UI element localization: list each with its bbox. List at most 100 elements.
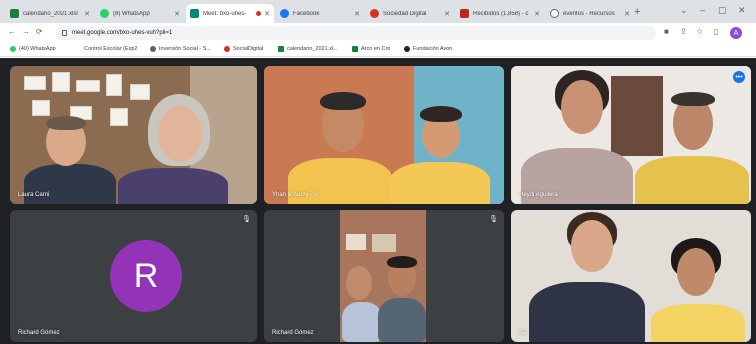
participant-name: Heydi Aguilera xyxy=(519,192,558,198)
note-card xyxy=(110,108,128,126)
mic-muted-icon: 🎙 xyxy=(489,216,498,223)
close-icon[interactable]: ✕ xyxy=(84,10,90,18)
person-head xyxy=(158,106,202,162)
person-body xyxy=(118,168,228,204)
frame xyxy=(346,234,366,250)
participant-tile-laura[interactable]: Laura Carni xyxy=(10,66,257,204)
participant-tile-yhan[interactable]: Yhan & Aucry - S xyxy=(264,66,504,204)
gmail-icon xyxy=(460,9,469,18)
person-body xyxy=(378,298,426,342)
whatsapp-icon xyxy=(100,9,109,18)
more-options-icon[interactable]: ••• xyxy=(733,71,745,83)
meet-icon xyxy=(190,9,199,18)
bookmark-fundacion-avon[interactable]: Fundación Avon xyxy=(404,46,452,52)
tab-sociedad-digital[interactable]: Sociedad Digital ✕ xyxy=(366,4,454,23)
tab-label: (8) WhatsApp xyxy=(113,10,150,17)
close-icon[interactable]: ✕ xyxy=(624,10,630,18)
navigation-bar: ← → ⟳ meet.google.com/bxo-uhes-vuh?pli=1… xyxy=(0,23,756,43)
tab-strip: calendario_2021.xlsl ✕ (8) WhatsApp ✕ Me… xyxy=(0,0,756,23)
tab-facebook[interactable]: Facebook ✕ xyxy=(276,4,364,23)
participant-name: Richard Gómez xyxy=(272,330,314,336)
bookmark-label: (40) WhatsApp xyxy=(19,46,56,52)
person-body xyxy=(651,304,745,342)
close-icon[interactable]: ✕ xyxy=(264,10,270,18)
bookmark-socialdigital[interactable]: SocialDigital xyxy=(224,46,263,52)
tab-layout-icon[interactable]: ▯ xyxy=(714,27,718,36)
close-icon[interactable]: ✕ xyxy=(174,10,180,18)
participant-tile-sa[interactable]: Sa xyxy=(511,210,751,342)
url-text: meet.google.com/bxo-uhes-vuh?pli=1 xyxy=(72,30,173,36)
participant-name: Laura Carni xyxy=(18,192,50,198)
participant-name: Sa xyxy=(519,330,527,336)
globe-icon xyxy=(150,46,156,52)
tab-gmail[interactable]: Recibidos (1,858) - c ✕ xyxy=(456,4,544,23)
person-hair xyxy=(420,106,462,122)
person-body xyxy=(342,302,382,342)
minimize-button[interactable]: – xyxy=(700,5,705,15)
avatar: R xyxy=(110,240,182,312)
tab-label: Facebook xyxy=(293,10,320,17)
back-icon[interactable]: ← xyxy=(8,27,16,36)
bookmark-label: SocialDigital xyxy=(233,46,264,52)
close-icon[interactable]: ✕ xyxy=(354,10,360,18)
person-body xyxy=(635,156,749,204)
bookmark-label: Arco en Cro xyxy=(361,46,391,52)
bookmark-label: calendario_2021.xl... xyxy=(287,46,338,52)
participant-tile-richard-avatar[interactable]: 🎙 R Richard Gómez xyxy=(10,210,257,342)
profile-avatar[interactable]: A xyxy=(730,27,742,39)
maximize-button[interactable]: ▢ xyxy=(718,5,727,16)
bookmark-label: Fundación Avon xyxy=(413,46,453,52)
person-body xyxy=(390,162,490,204)
person-body xyxy=(24,164,116,204)
forward-icon[interactable]: → xyxy=(22,27,30,36)
globe-icon xyxy=(550,9,559,18)
sociedad-digital-icon xyxy=(224,46,230,52)
bookmark-control-escolar[interactable]: Control Escolar (Exp2 xyxy=(84,46,138,52)
note-card xyxy=(24,76,46,90)
lock-icon[interactable] xyxy=(62,30,67,36)
reload-icon[interactable]: ⟳ xyxy=(36,27,43,36)
camera-icon[interactable]: ■ xyxy=(664,27,669,36)
person-head xyxy=(346,266,372,300)
tab-eventos[interactable]: eventos - Recursos ✕ xyxy=(546,4,634,23)
participant-tile-richard-video[interactable]: 🎙 Richard Gómez xyxy=(264,210,504,342)
facebook-icon xyxy=(280,9,289,18)
close-icon[interactable]: ✕ xyxy=(444,10,450,18)
tab-label: Recibidos (1,858) - c xyxy=(473,10,529,17)
tab-calendario[interactable]: calendario_2021.xlsl ✕ xyxy=(6,4,94,23)
tab-meet[interactable]: Meet: bxo-uhes- ✕ xyxy=(186,4,274,23)
bookmark-calendario[interactable]: calendario_2021.xl... xyxy=(278,46,338,52)
bookmark-inversion-social[interactable]: Inversión Social - S... xyxy=(150,46,211,52)
tab-search-icon[interactable]: ⌄ xyxy=(680,5,688,16)
bookmark-whatsapp[interactable]: (40) WhatsApp xyxy=(10,46,56,52)
person-body xyxy=(529,282,645,342)
note-card xyxy=(130,84,150,100)
close-window-button[interactable]: ✕ xyxy=(738,5,746,16)
star-icon[interactable]: ☆ xyxy=(696,27,703,36)
meet-video-grid: Laura Carni Yhan & Aucry - S ••• Heydi A… xyxy=(0,58,756,344)
sheets-icon xyxy=(278,46,284,52)
tab-label: Sociedad Digital xyxy=(383,10,427,17)
note-card xyxy=(52,72,70,92)
recording-dot-icon xyxy=(256,11,262,16)
tab-label: calendario_2021.xlsl xyxy=(23,10,78,17)
participant-name: Yhan & Aucry - S xyxy=(272,192,318,198)
participant-tile-heydi[interactable]: ••• Heydi Aguilera xyxy=(511,66,751,204)
close-icon[interactable]: ✕ xyxy=(534,10,540,18)
person-head xyxy=(561,80,603,134)
sociedad-digital-icon xyxy=(370,9,379,18)
sheets-icon xyxy=(352,46,358,52)
participant-name: Richard Gómez xyxy=(18,330,60,336)
bookmark-arco[interactable]: Arco en Cro xyxy=(352,46,390,52)
avon-icon xyxy=(404,46,410,52)
tab-whatsapp[interactable]: (8) WhatsApp ✕ xyxy=(96,4,184,23)
whatsapp-icon xyxy=(10,46,16,52)
door-background xyxy=(611,76,663,156)
person-hair xyxy=(387,256,417,268)
address-bar[interactable]: meet.google.com/bxo-uhes-vuh?pli=1 xyxy=(56,26,656,40)
person-head xyxy=(677,248,715,296)
tab-label: Meet: bxo-uhes- xyxy=(203,10,247,17)
new-tab-button[interactable]: + xyxy=(634,6,640,18)
person-cap xyxy=(320,92,366,110)
share-icon[interactable]: ⇪ xyxy=(680,27,687,36)
